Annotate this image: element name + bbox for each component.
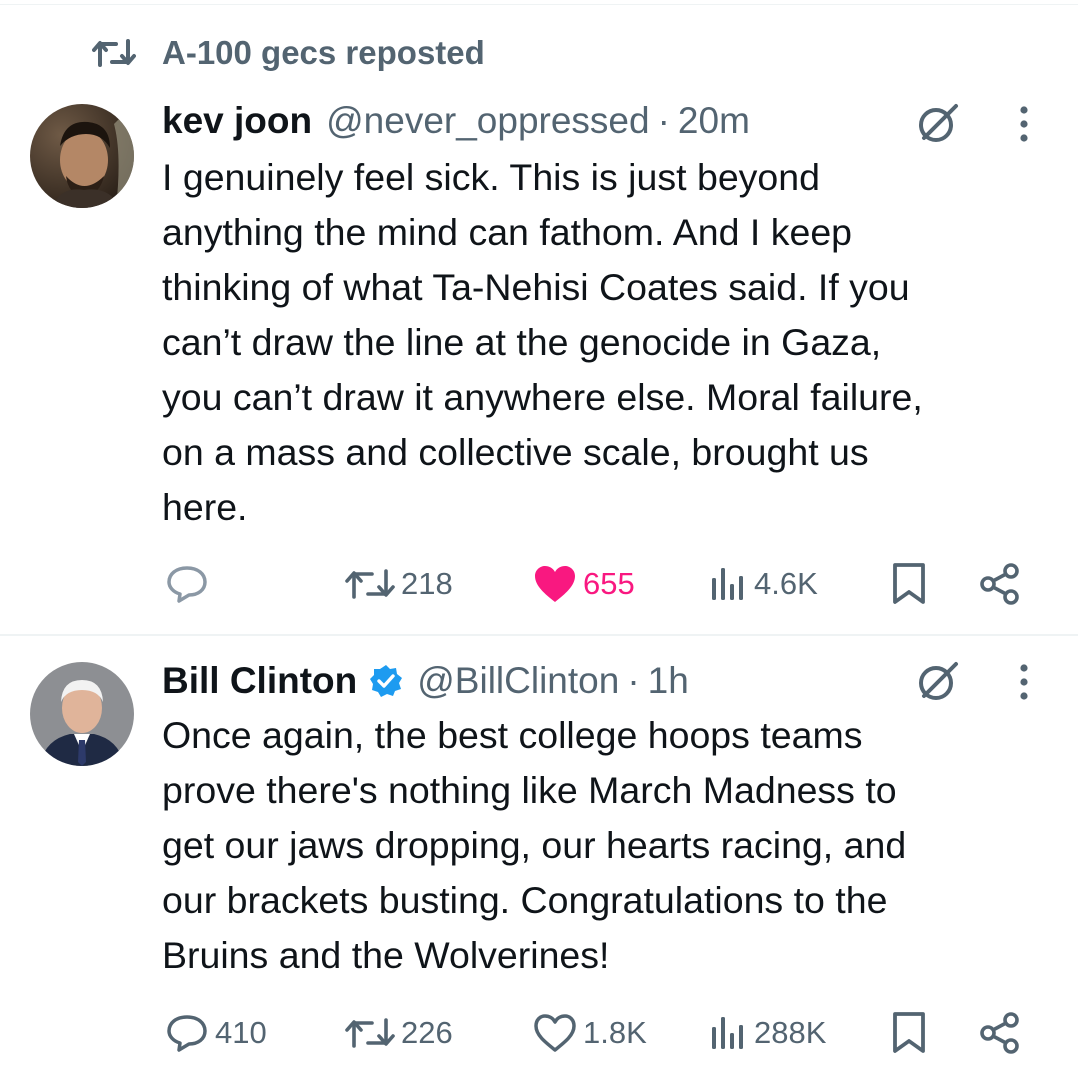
reply-button[interactable]: 410 <box>165 1008 267 1058</box>
more-icon[interactable] <box>1016 662 1032 702</box>
tweet-header: kev joon @never_oppressed · 20m <box>162 98 750 144</box>
like-count: 655 <box>583 566 635 601</box>
repost-button[interactable]: 226 <box>345 1008 453 1058</box>
repost-context[interactable]: A-100 gecs reposted <box>92 30 485 76</box>
like-button[interactable]: 1.8K <box>533 1008 647 1058</box>
tweet-actions: 218 655 4.6K <box>0 559 1078 609</box>
like-count: 1.8K <box>583 1015 647 1050</box>
separator: · <box>657 100 670 141</box>
repost-icon <box>92 39 136 67</box>
bookmark-button[interactable] <box>890 1008 934 1058</box>
tweet-bill-clinton[interactable]: Bill Clinton @BillClinton · 1h Once agai… <box>0 636 1078 1081</box>
views-count: 288K <box>754 1015 827 1050</box>
reply-count: 410 <box>215 1015 267 1050</box>
grok-icon[interactable] <box>916 660 960 704</box>
separator: · <box>627 660 640 701</box>
tweet-kev-joon[interactable]: A-100 gecs reposted kev joon @never_oppr… <box>0 0 1078 636</box>
repost-icon <box>345 1018 395 1048</box>
views-count: 4.6K <box>754 566 818 601</box>
views-icon <box>712 1017 743 1049</box>
repost-text: A-100 gecs reposted <box>162 34 485 71</box>
bookmark-button[interactable] <box>890 559 934 609</box>
bookmark-icon <box>893 563 925 604</box>
like-button[interactable]: 655 <box>533 559 635 609</box>
author-handle[interactable]: @BillClinton <box>417 660 619 702</box>
repost-count: 218 <box>401 566 453 601</box>
share-icon <box>980 1012 1019 1054</box>
repost-count: 226 <box>401 1015 453 1050</box>
repost-icon <box>345 569 395 599</box>
views-button[interactable]: 288K <box>708 1008 826 1058</box>
timestamp[interactable]: 1h <box>648 660 689 702</box>
reply-icon <box>167 566 207 603</box>
avatar-bill-clinton[interactable] <box>30 662 134 766</box>
repost-button[interactable]: 218 <box>345 559 453 609</box>
grok-icon[interactable] <box>916 102 960 146</box>
author-handle[interactable]: @never_oppressed <box>326 100 649 142</box>
views-icon <box>712 568 743 600</box>
heart-icon <box>534 1014 576 1052</box>
timestamp[interactable]: 20m <box>678 100 750 142</box>
author-name[interactable]: kev joon <box>162 100 312 142</box>
heart-icon <box>535 566 575 602</box>
verified-badge-icon <box>369 664 403 698</box>
share-button[interactable] <box>978 1008 1028 1058</box>
share-icon <box>980 563 1019 605</box>
bookmark-icon <box>893 1012 925 1053</box>
tweet-header: Bill Clinton @BillClinton · 1h <box>162 658 689 704</box>
share-button[interactable] <box>978 559 1028 609</box>
views-button[interactable]: 4.6K <box>708 559 818 609</box>
tweet-text: I genuinely feel sick. This is just beyo… <box>162 156 923 528</box>
tweet-actions: 410 226 1.8K 288K <box>0 1008 1078 1058</box>
avatar-kev-joon[interactable] <box>30 104 134 208</box>
author-name[interactable]: Bill Clinton <box>162 660 357 702</box>
reply-button[interactable] <box>165 559 215 609</box>
reply-icon <box>167 1015 207 1052</box>
more-icon[interactable] <box>1016 104 1032 144</box>
tweet-text: Once again, the best college hoops teams… <box>162 714 907 976</box>
